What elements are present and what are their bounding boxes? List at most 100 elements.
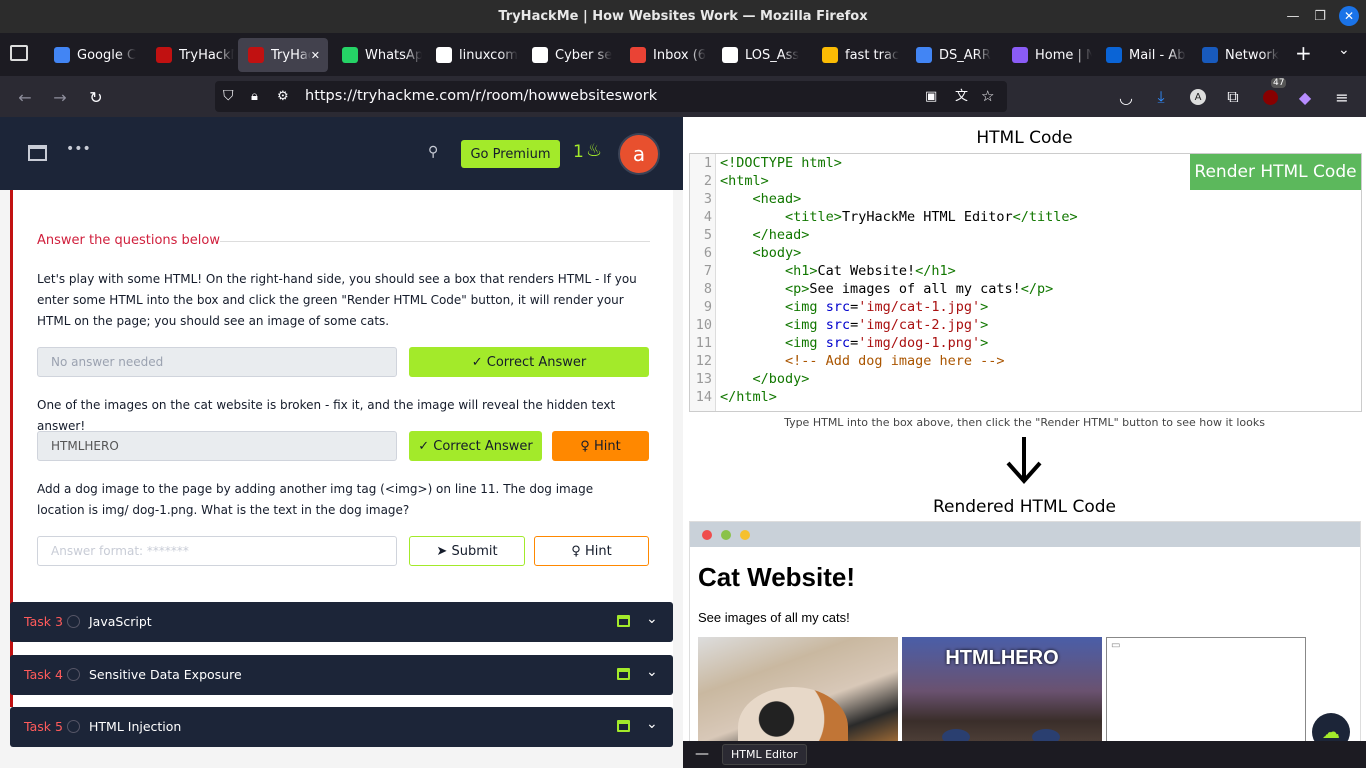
line-number: 11	[695, 335, 712, 351]
tab-3[interactable]: WhatsAp	[332, 38, 422, 72]
code-editor[interactable]: 1 2 3 4 5 6 7 8 9 10 11 12 13 14 <!DOCTYPE html> <htm…	[689, 153, 1362, 412]
cat-2-image: HTMLHERO	[902, 637, 1102, 755]
maximize-icon[interactable]: ❐	[1306, 0, 1334, 33]
calendar-icon	[617, 668, 630, 680]
more-options-icon[interactable]: •••	[66, 141, 91, 157]
rendered-preview: Cat Website! See images of all my cats! …	[689, 521, 1361, 756]
task-row[interactable]: Task 3 JavaScript ⌄	[10, 602, 673, 642]
chevron-down-icon[interactable]: ⌄	[646, 664, 658, 680]
line-number: 7	[703, 263, 712, 279]
forward-icon[interactable]: →	[47, 84, 73, 110]
code-content[interactable]: <!DOCTYPE html> <html> <head> <title>Try…	[720, 154, 1078, 406]
answer-1-field[interactable]: No answer needed	[37, 347, 397, 377]
new-tab-icon[interactable]: +	[1295, 41, 1312, 65]
tab-overview-icon[interactable]	[10, 45, 28, 61]
split-view-icon[interactable]	[28, 145, 47, 161]
arrow-down-icon	[1003, 435, 1045, 485]
tab-5[interactable]: Cyber se	[522, 38, 616, 72]
proton-icon[interactable]: ◆	[1292, 84, 1318, 110]
extensions-icon[interactable]: ⧉	[1220, 84, 1246, 110]
menu-icon[interactable]: ≡	[1329, 84, 1355, 110]
calendar-icon	[617, 720, 630, 732]
chevron-down-icon[interactable]: ⌄	[646, 611, 658, 627]
tab-7[interactable]: LOS_Ass	[712, 38, 808, 72]
lock-icon[interactable]: 🔒︎	[251, 81, 258, 112]
url-text[interactable]: https://tryhackme.com/r/room/howwebsites…	[305, 81, 657, 112]
line-number: 10	[695, 317, 712, 333]
docs-icon	[916, 47, 932, 63]
tab-0[interactable]: Google C	[44, 38, 142, 72]
tab-label: Inbox (6	[653, 47, 707, 63]
tab-9[interactable]: DS_ARR	[906, 38, 998, 72]
line-number: 5	[703, 227, 712, 243]
reader-icon[interactable]: ▣	[925, 81, 937, 112]
question-3-text: Add a dog image to the page by adding an…	[37, 482, 594, 517]
line-numbers: 1 2 3 4 5 6 7 8 9 10 11 12 13 14	[690, 154, 716, 411]
tab-2[interactable]: TryHac ✕	[238, 38, 328, 72]
word-icon	[1202, 47, 1218, 63]
go-premium-button[interactable]: Go Premium	[461, 140, 560, 168]
gmail-icon	[630, 47, 646, 63]
close-tab-icon[interactable]: ✕	[311, 49, 320, 62]
ublock-icon[interactable]	[1262, 89, 1278, 105]
line-number: 12	[695, 353, 712, 369]
shield-icon[interactable]: ⛉	[223, 81, 234, 112]
correct-answer-1-button[interactable]: ✓ Correct Answer	[409, 347, 649, 377]
answer-3-field[interactable]: Answer format: *******	[37, 536, 397, 566]
account-icon[interactable]: A	[1190, 89, 1206, 105]
bookmark-star-icon[interactable]: ☆	[981, 81, 994, 112]
tab-label: fast trac	[845, 47, 900, 63]
correct-answer-2-button[interactable]: ✓ Correct Answer	[409, 431, 542, 461]
code-line: <!-- Add dog image here -->	[785, 353, 1005, 369]
submit-button[interactable]: ➤ Submit	[409, 536, 525, 566]
render-html-button[interactable]: Render HTML Code	[1190, 154, 1361, 190]
back-icon[interactable]: ←	[12, 84, 38, 110]
preview-heading: Cat Website!	[698, 562, 855, 592]
tab-8[interactable]: fast trac	[812, 38, 902, 72]
tab-4[interactable]: linuxcom	[426, 38, 518, 72]
tab-1[interactable]: TryHackM	[146, 38, 234, 72]
hint-3-button[interactable]: ♀ Hint	[534, 536, 649, 566]
code-line: </html>	[720, 389, 777, 405]
minimize-icon[interactable]: —	[1279, 0, 1307, 33]
pocket-icon[interactable]: ◡	[1113, 84, 1139, 110]
rendered-title: Rendered HTML Code	[932, 497, 1117, 517]
hint-2-button[interactable]: ♀ Hint	[552, 431, 649, 461]
avatar[interactable]: a	[618, 133, 660, 175]
line-number: 1	[703, 155, 712, 171]
tab-label: TryHac	[271, 47, 311, 63]
answer-2-field[interactable]: HTMLHERO	[37, 431, 397, 461]
code-line: <img src='img/cat-1.jpg'>	[785, 299, 989, 315]
permissions-icon[interactable]: ⚙	[277, 81, 289, 112]
status-circle-icon	[67, 668, 80, 681]
translate-icon[interactable]: 文	[955, 81, 968, 112]
close-window-icon[interactable]: ✕	[1339, 6, 1359, 26]
line-number: 8	[703, 281, 712, 297]
line-number: 6	[703, 245, 712, 261]
task-row[interactable]: Task 4 Sensitive Data Exposure ⌄	[10, 655, 673, 695]
downloads-icon[interactable]: ⤓	[1148, 84, 1174, 110]
tab-label: WhatsAp	[365, 47, 422, 63]
tab-12[interactable]: Network	[1192, 38, 1282, 72]
tab-11[interactable]: Mail - Ab	[1096, 38, 1188, 72]
task-row[interactable]: Task 5 HTML Injection ⌄	[10, 707, 673, 747]
tab-6[interactable]: Inbox (6	[620, 38, 708, 72]
line-number: 13	[695, 371, 712, 387]
html-editor-tab[interactable]: HTML Editor	[722, 744, 807, 765]
dot-yellow	[740, 530, 750, 540]
code-line: <h1>Cat Website!</h1>	[785, 263, 956, 279]
tryhackme-icon	[248, 47, 264, 63]
tab-bar: Google CTryHackMTryHac✕WhatsAplinuxcomCy…	[0, 33, 1366, 76]
search-icon[interactable]: ⚲	[428, 144, 438, 160]
reload-icon[interactable]: ↻	[83, 84, 109, 110]
minimize-editor-icon[interactable]: —	[695, 746, 709, 762]
room-panel: ••• ⚲ Go Premium 1 ♨ a Answer the questi…	[0, 117, 683, 768]
tab-list-chevron-icon[interactable]: ⌄	[1338, 42, 1350, 58]
tab-10[interactable]: Home | N	[1002, 38, 1092, 72]
line-number: 14	[695, 389, 712, 405]
url-bar[interactable]: ⛉ 🔒︎ ⚙ https://tryhackme.com/r/room/howw…	[215, 81, 1007, 112]
chevron-down-icon[interactable]: ⌄	[646, 716, 658, 732]
tab-label: LOS_Ass	[745, 47, 800, 63]
task-number: Task 5	[24, 719, 63, 734]
task-name: HTML Injection	[89, 719, 182, 734]
